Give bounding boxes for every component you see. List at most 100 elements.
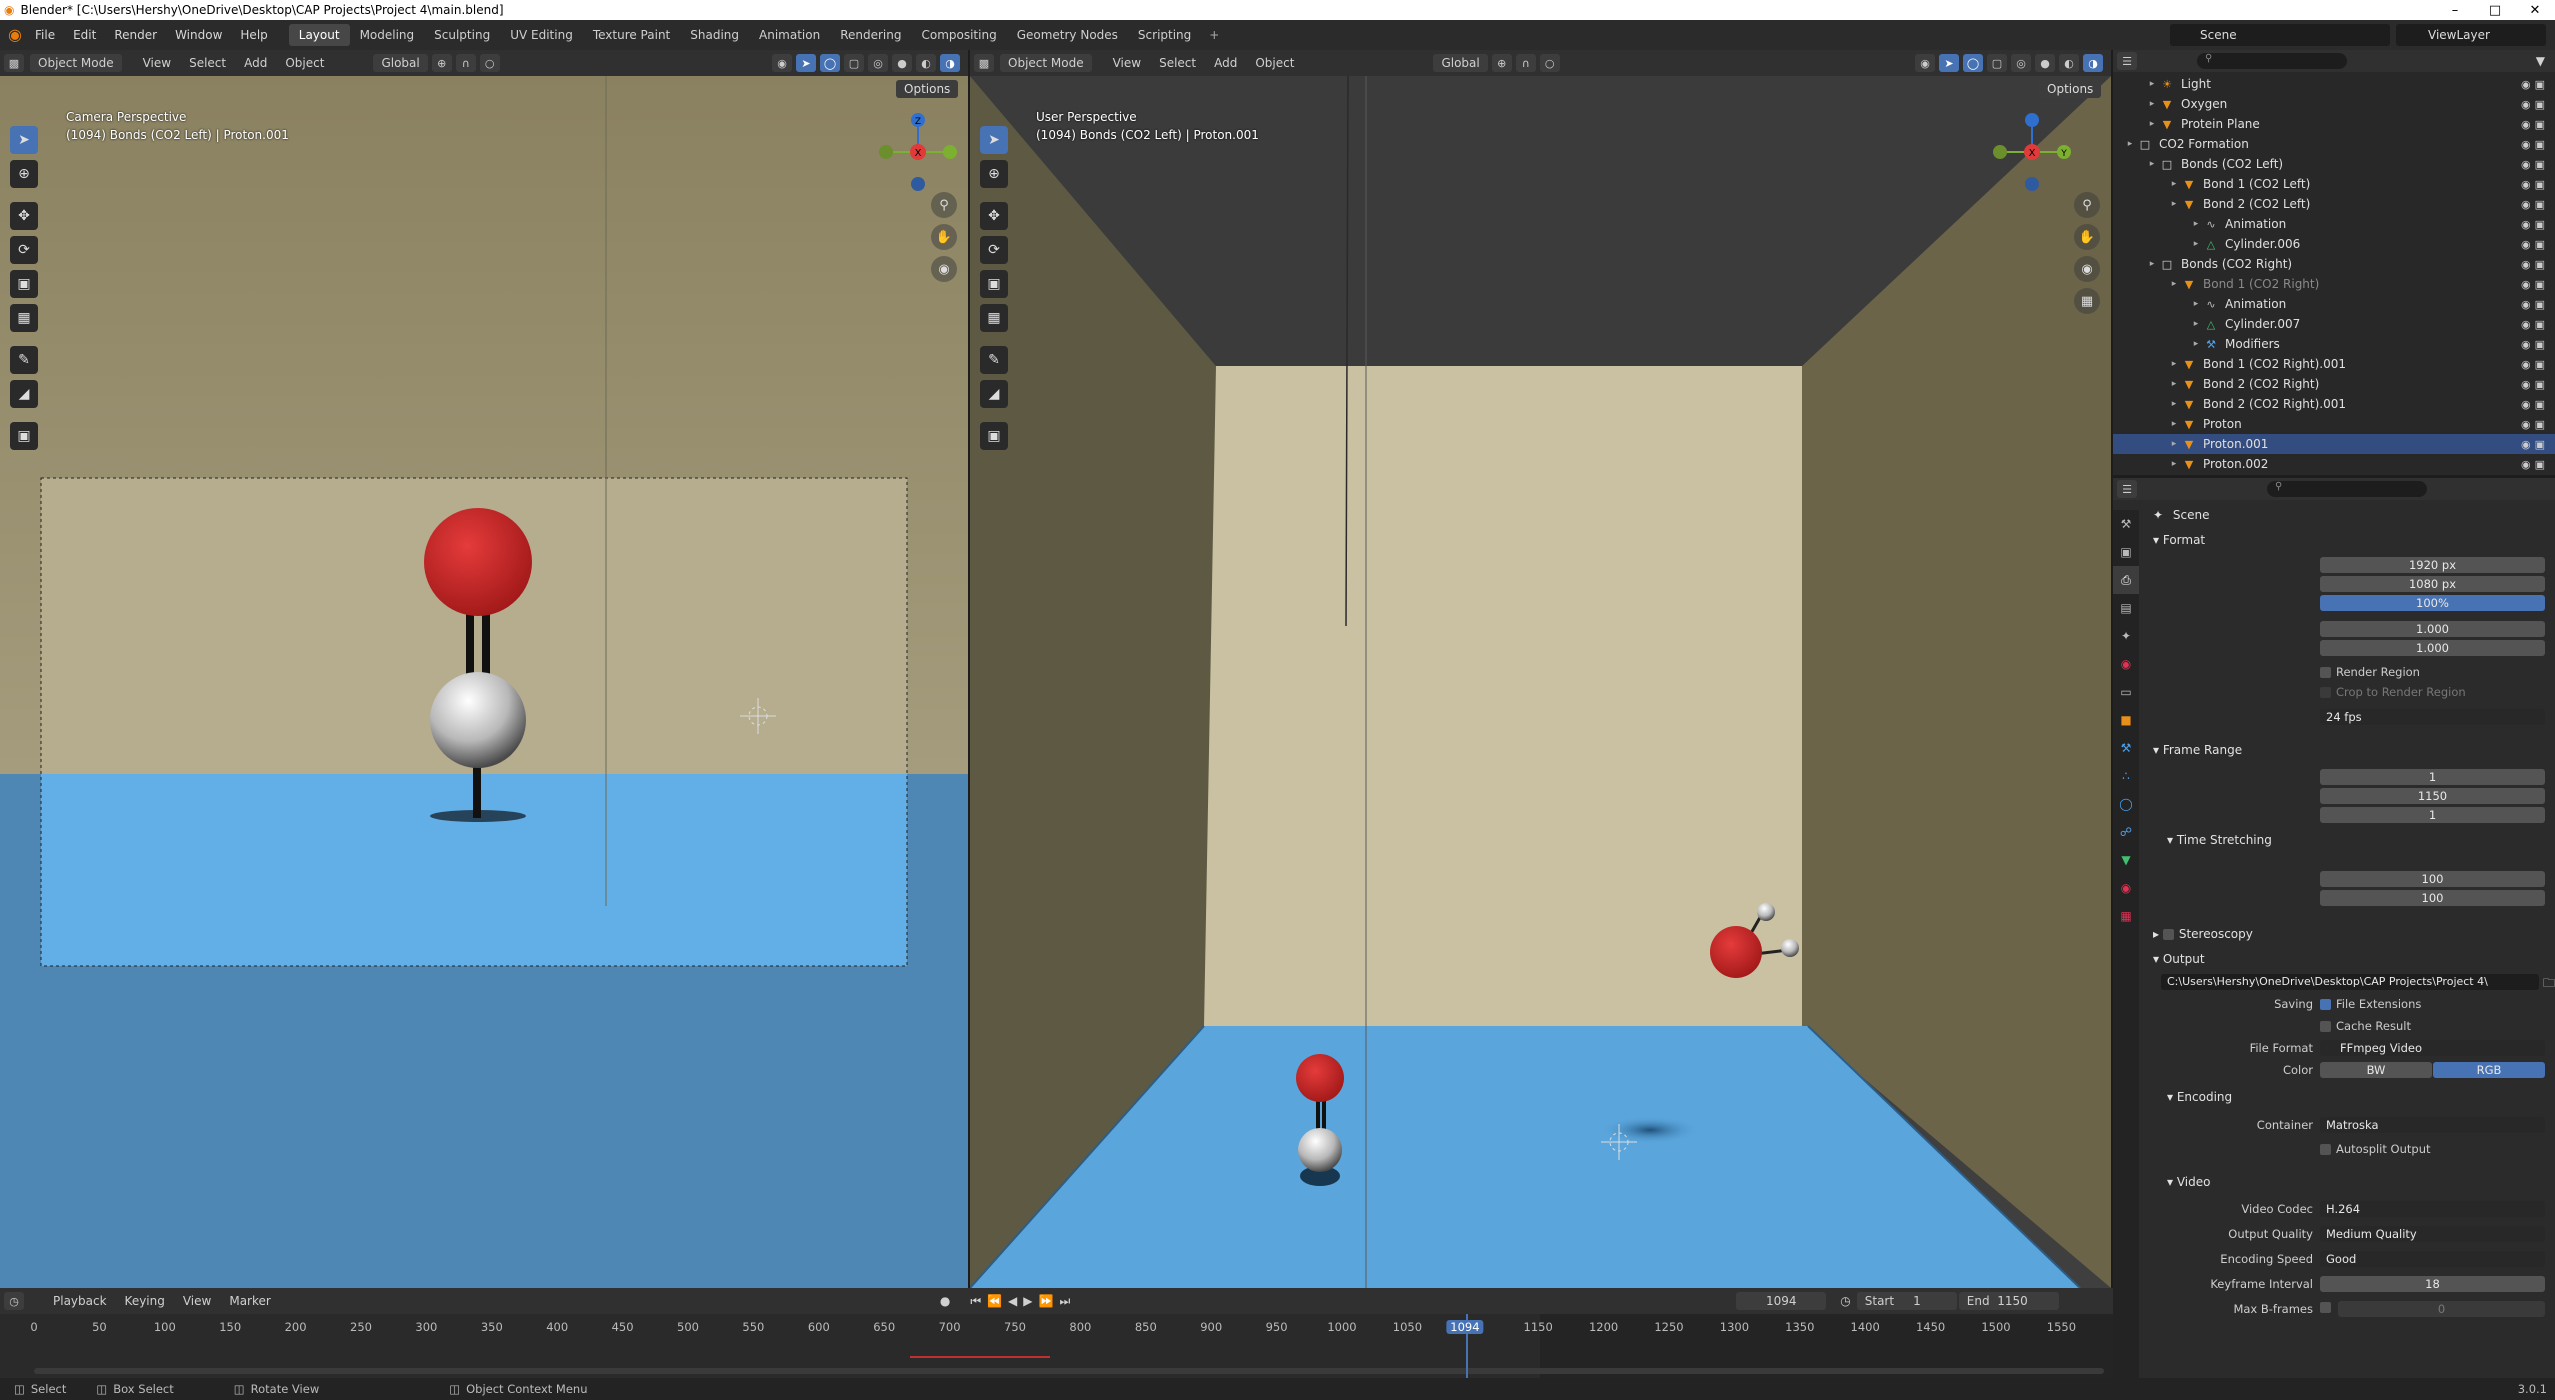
visibility-toggle-icon[interactable]: ◉▣ <box>2521 158 2549 171</box>
camera-view-icon[interactable]: ◉ <box>931 256 957 282</box>
end-frame-field[interactable]: End 1150 <box>1958 1292 2059 1310</box>
outliner-row[interactable]: ▸ ∿ Animation ◉▣ <box>2113 214 2555 234</box>
expand-arrow-icon[interactable]: ▸ <box>2145 259 2159 269</box>
container-dropdown[interactable]: Matroska <box>2320 1117 2545 1133</box>
stereoscopy-checkbox[interactable] <box>2162 928 2174 940</box>
expand-arrow-icon[interactable]: ▸ <box>2167 179 2181 189</box>
move-tool-icon[interactable]: ✥ <box>10 202 38 230</box>
outliner-row[interactable]: ▸ ▼ Proton ◉▣ <box>2113 414 2555 434</box>
orientation-dropdown[interactable]: Global <box>1433 54 1488 72</box>
pivot-icon[interactable]: ⊕ <box>1491 54 1512 72</box>
left-viewport[interactable]: ➤ ⊕ ✥ ⟳ ▣ ▦ ✎ ◢ ▣ Camera Perspective (10… <box>0 76 968 1288</box>
orientation-dropdown[interactable]: Global <box>373 54 428 72</box>
expand-arrow-icon[interactable]: ▸ <box>2167 279 2181 289</box>
menu-object[interactable]: Object <box>276 56 333 70</box>
constraints-tab-icon[interactable]: ☍ <box>2113 818 2139 846</box>
editor-type-icon[interactable]: ▩ <box>4 54 24 72</box>
select-tool-icon[interactable]: ➤ <box>980 126 1008 154</box>
menu-select[interactable]: Select <box>1150 56 1205 70</box>
transform-tool-icon[interactable]: ▦ <box>980 304 1008 332</box>
wireframe-shading-icon[interactable]: ◎ <box>868 54 888 72</box>
max-bframes-field[interactable]: 0 <box>2338 1301 2545 1317</box>
outliner-row[interactable]: ▸ ▼ Bond 1 (CO2 Right) ◉▣ <box>2113 274 2555 294</box>
visibility-toggle-icon[interactable]: ◉▣ <box>2521 458 2549 471</box>
expand-arrow-icon[interactable]: ▸ <box>2167 439 2181 449</box>
tab-uv-editing[interactable]: UV Editing <box>500 24 583 46</box>
outliner-row[interactable]: ▸ ∿ Animation ◉▣ <box>2113 294 2555 314</box>
pan-hand-icon[interactable]: ✋ <box>931 224 957 250</box>
left-navigation-gizmo[interactable]: X Z <box>878 112 958 192</box>
close-button[interactable]: ✕ <box>2515 3 2555 18</box>
outliner-row[interactable]: ▸ □ CO2 Formation ◉▣ <box>2113 134 2555 154</box>
color-rgb-button[interactable]: RGB <box>2433 1062 2545 1078</box>
render-region-checkbox[interactable]: Render Region <box>2320 665 2420 679</box>
render-tab-icon[interactable]: ▣ <box>2113 538 2139 566</box>
menu-window[interactable]: Window <box>166 28 231 42</box>
tab-geometry-nodes[interactable]: Geometry Nodes <box>1007 24 1128 46</box>
rendered-shading-icon[interactable]: ◑ <box>2083 54 2103 72</box>
video-codec-dropdown[interactable]: H.264 <box>2320 1201 2545 1217</box>
rendered-shading-icon[interactable]: ◑ <box>940 54 960 72</box>
visibility-toggle-icon[interactable]: ◉▣ <box>2521 178 2549 191</box>
outliner-row[interactable]: ▸ ▼ Protein Plane ◉▣ <box>2113 114 2555 134</box>
expand-arrow-icon[interactable]: ▸ <box>2189 219 2203 229</box>
time-stretching-header[interactable]: ▾ Time Stretching <box>2167 830 2555 850</box>
output-panel-header[interactable]: ▾ Output <box>2153 949 2553 969</box>
res-pct-field[interactable]: 100% <box>2320 595 2545 611</box>
gizmo-toggle-icon[interactable]: ➤ <box>796 54 816 72</box>
old-field[interactable]: 100 <box>2320 871 2545 887</box>
add-cube-tool-icon[interactable]: ▣ <box>10 422 38 450</box>
menu-keying[interactable]: Keying <box>116 1294 174 1308</box>
tab-sculpting[interactable]: Sculpting <box>424 24 500 46</box>
visibility-toggle-icon[interactable]: ◉▣ <box>2521 98 2549 111</box>
expand-arrow-icon[interactable]: ▸ <box>2145 119 2159 129</box>
menu-view[interactable]: View <box>1104 56 1150 70</box>
res-x-field[interactable]: 1920 px <box>2320 557 2545 573</box>
menu-file[interactable]: File <box>26 28 64 42</box>
tab-texture-paint[interactable]: Texture Paint <box>583 24 680 46</box>
menu-select[interactable]: Select <box>180 56 235 70</box>
cursor-tool-icon[interactable]: ⊕ <box>10 160 38 188</box>
tab-rendering[interactable]: Rendering <box>830 24 911 46</box>
overlay-toggle-icon[interactable]: ◯ <box>1963 54 1983 72</box>
folder-icon[interactable]: 🗀 <box>2543 974 2555 995</box>
cache-result-checkbox[interactable]: Cache Result <box>2320 1019 2411 1033</box>
visibility-toggle-icon[interactable]: ◉▣ <box>2521 118 2549 131</box>
measure-tool-icon[interactable]: ◢ <box>10 380 38 408</box>
encoding-panel-header[interactable]: ▾ Encoding <box>2167 1087 2555 1107</box>
crop-region-checkbox[interactable]: Crop to Render Region <box>2320 685 2466 699</box>
scene-tab-icon[interactable]: ✦ <box>2113 622 2139 650</box>
editor-type-icon[interactable]: ▩ <box>974 54 994 72</box>
xray-icon[interactable]: ▢ <box>844 54 864 72</box>
menu-help[interactable]: Help <box>231 28 276 42</box>
expand-arrow-icon[interactable]: ▸ <box>2145 79 2159 89</box>
visibility-toggle-icon[interactable]: ◉▣ <box>2521 418 2549 431</box>
output-quality-dropdown[interactable]: Medium Quality <box>2320 1226 2545 1242</box>
visibility-toggle-icon[interactable]: ◉▣ <box>2521 438 2549 451</box>
outliner-row[interactable]: ▸ ▼ Proton.001 ◉▣ <box>2113 434 2555 454</box>
current-frame-indicator[interactable]: 1094 <box>1446 1320 1484 1334</box>
visibility-toggle-icon[interactable]: ◉▣ <box>2521 218 2549 231</box>
visibility-toggle-icon[interactable]: ◉▣ <box>2521 318 2549 331</box>
annotate-tool-icon[interactable]: ✎ <box>980 346 1008 374</box>
expand-arrow-icon[interactable]: ▸ <box>2167 399 2181 409</box>
visibility-toggle-icon[interactable]: ◉▣ <box>2521 238 2549 251</box>
maximize-button[interactable]: □ <box>2475 3 2515 18</box>
menu-add[interactable]: Add <box>235 56 276 70</box>
outliner-row[interactable]: ▸ □ Bonds (CO2 Right) ◉▣ <box>2113 254 2555 274</box>
encoding-speed-dropdown[interactable]: Good <box>2320 1251 2545 1267</box>
view-layer-tab-icon[interactable]: ▤ <box>2113 594 2139 622</box>
material-shading-icon[interactable]: ◐ <box>2059 54 2079 72</box>
new-field[interactable]: 100 <box>2320 890 2545 906</box>
frame-end-field[interactable]: 1150 <box>2320 788 2545 804</box>
zoom-icon[interactable]: ⚲ <box>931 192 957 218</box>
select-tool-icon[interactable]: ➤ <box>10 126 38 154</box>
zoom-icon[interactable]: ⚲ <box>2074 192 2100 218</box>
color-bw-button[interactable]: BW <box>2320 1062 2432 1078</box>
add-cube-tool-icon[interactable]: ▣ <box>980 422 1008 450</box>
snap-icon[interactable]: ∩ <box>1515 54 1536 72</box>
solid-shading-icon[interactable]: ● <box>892 54 912 72</box>
particles-tab-icon[interactable]: ∴ <box>2113 762 2139 790</box>
outliner-row[interactable]: ▸ ▼ Bond 1 (CO2 Left) ◉▣ <box>2113 174 2555 194</box>
format-panel-header[interactable]: ▾ Format <box>2153 530 2553 550</box>
